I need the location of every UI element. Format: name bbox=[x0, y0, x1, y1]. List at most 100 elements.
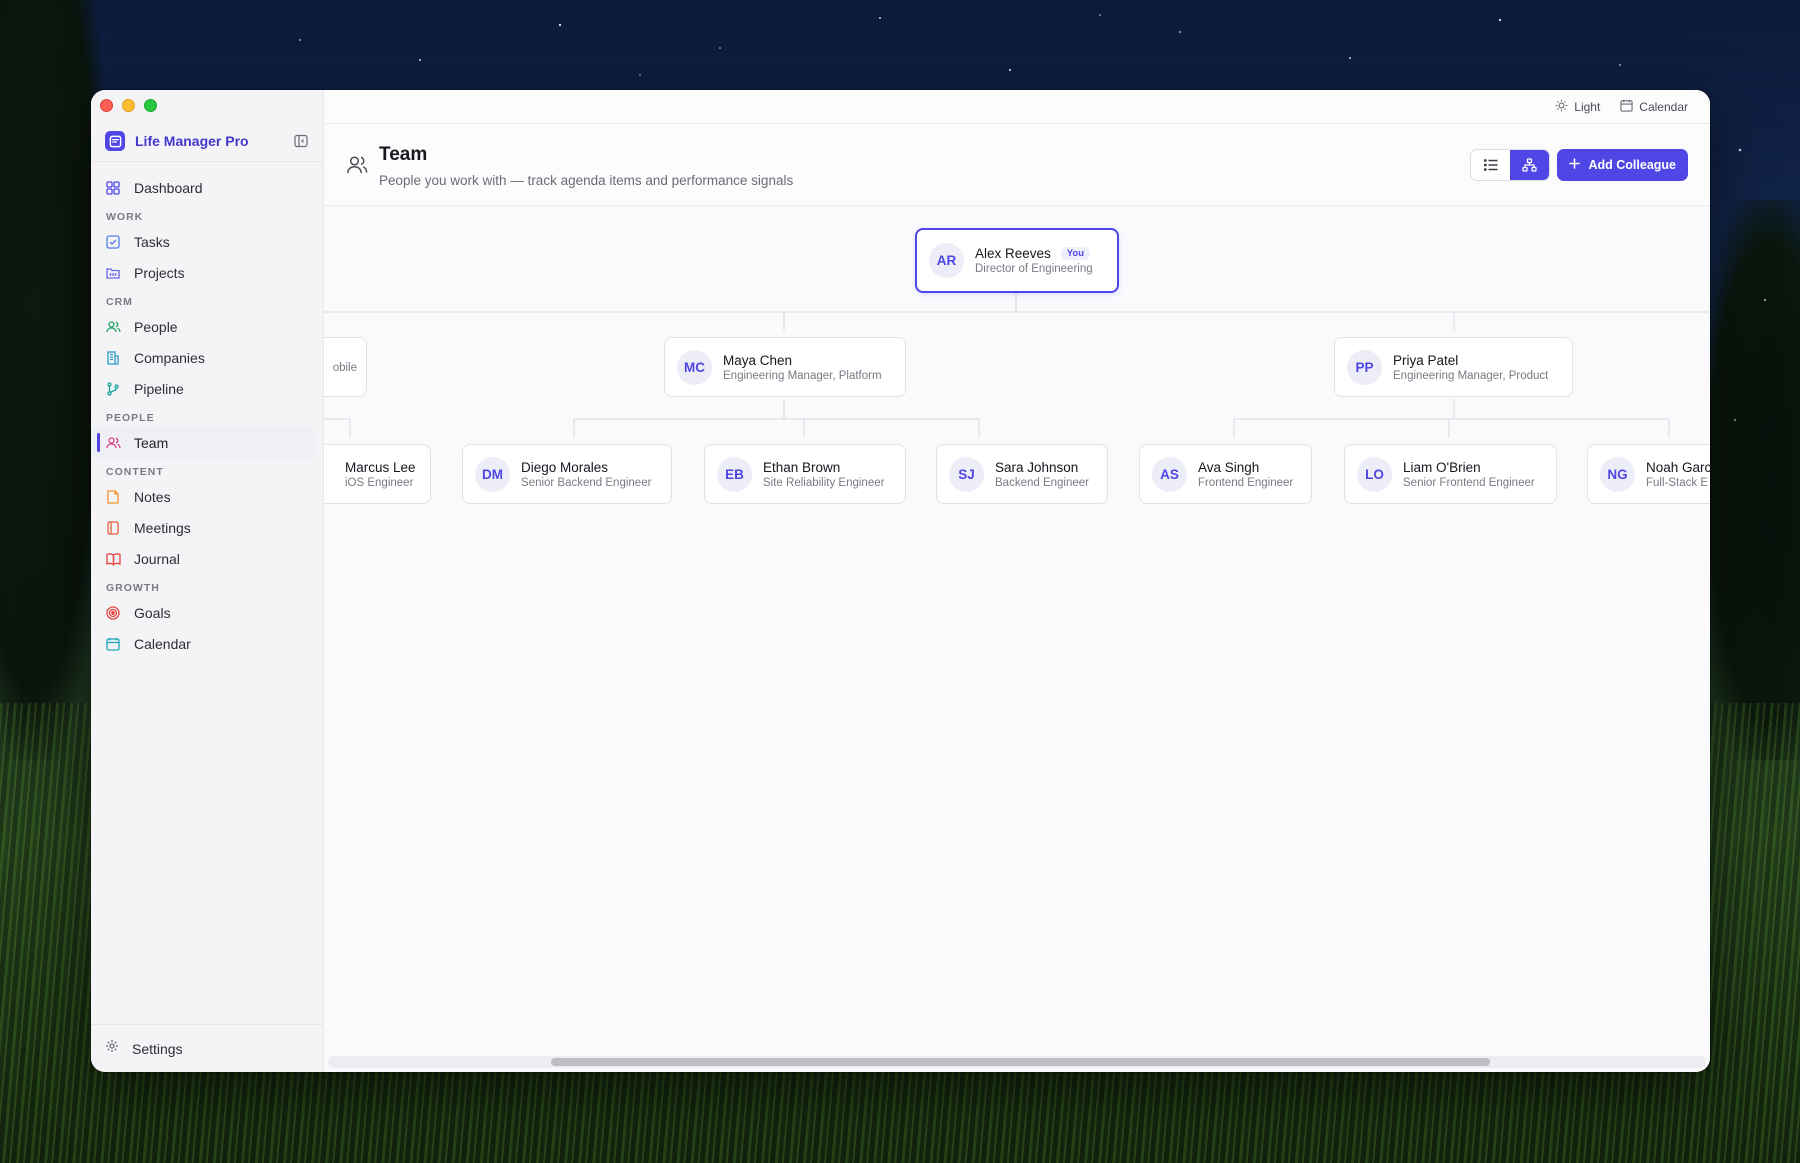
sidebar-item-journal[interactable]: Journal bbox=[91, 543, 323, 574]
sidebar-item-people[interactable]: People bbox=[91, 311, 323, 342]
colleague-role: Full-Stack E bbox=[1646, 476, 1708, 489]
section-heading-crm: CRM bbox=[106, 296, 133, 308]
sidebar-item-label: Projects bbox=[134, 264, 185, 281]
sidebar: Life Manager Pro Dashboard WORK Tasks Pr… bbox=[91, 90, 324, 1072]
sidebar-item-companies[interactable]: Companies bbox=[91, 342, 323, 373]
avatar: AS bbox=[1152, 456, 1187, 492]
avatar: DM bbox=[475, 456, 510, 492]
main-content: Light Calendar Team People you work with… bbox=[324, 90, 1710, 1072]
sidebar-item-label: Dashboard bbox=[134, 179, 203, 196]
sidebar-item-projects[interactable]: Projects bbox=[91, 257, 323, 288]
calendar-button-label: Calendar bbox=[1639, 99, 1688, 114]
users-icon bbox=[105, 319, 121, 335]
theme-toggle-label: Light bbox=[1574, 99, 1601, 114]
org-node-manager[interactable]: obile bbox=[324, 337, 367, 397]
add-colleague-button[interactable]: Add Colleague bbox=[1557, 149, 1688, 181]
colleague-role: Backend Engineer bbox=[995, 476, 1089, 489]
org-node-text: Ethan Brown Site Reliability Engineer bbox=[763, 460, 884, 489]
list-view-button[interactable] bbox=[1471, 150, 1510, 180]
colleague-role: Site Reliability Engineer bbox=[763, 476, 885, 489]
top-bar: Light Calendar bbox=[324, 90, 1710, 124]
add-colleague-label: Add Colleague bbox=[1588, 158, 1676, 172]
sidebar-collapse-icon[interactable] bbox=[293, 133, 309, 149]
org-node-text: Alex Reeves You Director of Engineering bbox=[975, 246, 1093, 275]
colleague-name: Maya Chen bbox=[723, 352, 793, 368]
book-open-icon bbox=[105, 551, 121, 567]
org-node-report[interactable]: DM Diego Morales Senior Backend Engineer bbox=[462, 444, 672, 504]
page-title: Team bbox=[379, 144, 428, 165]
app-name: Life Manager Pro bbox=[135, 133, 249, 149]
sidebar-item-calendar[interactable]: Calendar bbox=[91, 628, 323, 659]
sidebar-item-dashboard[interactable]: Dashboard bbox=[91, 172, 323, 203]
colleague-name: Noah Garc bbox=[1646, 459, 1710, 475]
avatar: MC bbox=[677, 349, 712, 385]
calendar-icon bbox=[1620, 99, 1633, 115]
grid-icon bbox=[105, 180, 121, 196]
sidebar-item-label: Notes bbox=[134, 488, 171, 505]
org-node-text: Sara Johnson Backend Engineer bbox=[995, 460, 1089, 489]
folder-icon bbox=[105, 265, 121, 281]
sidebar-item-label: Calendar bbox=[134, 635, 191, 652]
sidebar-item-notes[interactable]: Notes bbox=[91, 481, 323, 512]
you-badge: You bbox=[1060, 247, 1091, 260]
zoom-window-button[interactable] bbox=[144, 99, 157, 112]
sidebar-nav: Dashboard WORK Tasks Projects CRM People… bbox=[91, 172, 323, 659]
colleague-role: Engineering Manager, Platform bbox=[723, 369, 882, 382]
sidebar-item-team[interactable]: Team bbox=[91, 427, 315, 458]
horizontal-scrollbar[interactable] bbox=[328, 1056, 1706, 1068]
org-node-text: Priya Patel Engineering Manager, Product bbox=[1393, 353, 1548, 382]
wallpaper-trees bbox=[1700, 200, 1800, 760]
calendar-button[interactable]: Calendar bbox=[1620, 99, 1688, 115]
sidebar-item-label: Journal bbox=[134, 550, 180, 567]
app-logo-icon bbox=[105, 131, 125, 151]
avatar: NG bbox=[1600, 456, 1635, 492]
colleague-name: Alex Reeves You bbox=[975, 246, 1093, 261]
sidebar-item-meetings[interactable]: Meetings bbox=[91, 512, 323, 543]
sidebar-item-label: Settings bbox=[132, 1040, 183, 1057]
notebook-icon bbox=[105, 520, 121, 536]
org-node-manager[interactable]: MC Maya Chen Engineering Manager, Platfo… bbox=[664, 337, 906, 397]
gear-icon bbox=[105, 1039, 119, 1058]
org-chart-icon bbox=[1522, 158, 1537, 172]
org-node-text: Liam O'Brien Senior Frontend Engineer bbox=[1403, 460, 1535, 489]
org-node-report[interactable]: AS Ava Singh Frontend Engineer bbox=[1139, 444, 1312, 504]
colleague-role: Director of Engineering bbox=[975, 263, 1093, 275]
colleague-role: Engineering Manager, Product bbox=[1393, 369, 1549, 382]
calendar-icon bbox=[105, 636, 121, 652]
section-heading-content: CONTENT bbox=[106, 466, 164, 478]
sidebar-item-pipeline[interactable]: Pipeline bbox=[91, 373, 323, 404]
colleague-name: Marcus Lee bbox=[345, 459, 416, 475]
org-node-report[interactable]: SJ Sara Johnson Backend Engineer bbox=[936, 444, 1108, 504]
org-node-report[interactable]: EB Ethan Brown Site Reliability Engineer bbox=[704, 444, 906, 504]
org-chart: AR Alex Reeves You Director of Engineeri… bbox=[324, 206, 1710, 1072]
app-window: Life Manager Pro Dashboard WORK Tasks Pr… bbox=[91, 90, 1710, 1072]
org-chart-view-button[interactable] bbox=[1510, 150, 1549, 180]
sun-icon bbox=[1555, 99, 1568, 115]
org-node-manager[interactable]: PP Priya Patel Engineering Manager, Prod… bbox=[1334, 337, 1573, 397]
theme-toggle-button[interactable]: Light bbox=[1555, 99, 1600, 115]
checkbox-icon bbox=[105, 234, 121, 250]
close-window-button[interactable] bbox=[100, 99, 113, 112]
avatar: AR bbox=[929, 243, 964, 278]
sidebar-item-goals[interactable]: Goals bbox=[91, 597, 323, 628]
scrollbar-thumb[interactable] bbox=[551, 1058, 1490, 1066]
org-node-text: Noah Garc Full-Stack E bbox=[1646, 460, 1710, 489]
sidebar-item-tasks[interactable]: Tasks bbox=[91, 226, 323, 257]
avatar: EB bbox=[717, 456, 752, 492]
colleague-name: Priya Patel bbox=[1393, 352, 1459, 368]
org-node-report[interactable]: LO Liam O'Brien Senior Frontend Engineer bbox=[1344, 444, 1557, 504]
sidebar-item-settings[interactable]: Settings bbox=[91, 1024, 323, 1072]
list-icon bbox=[1483, 159, 1497, 171]
colleague-name: Ethan Brown bbox=[763, 459, 841, 475]
colleague-name: Ava Singh bbox=[1198, 459, 1260, 475]
divider bbox=[91, 161, 323, 162]
avatar: SJ bbox=[949, 456, 984, 492]
org-node-report[interactable]: NG Noah Garc Full-Stack E bbox=[1587, 444, 1710, 504]
minimize-window-button[interactable] bbox=[122, 99, 135, 112]
org-node-root[interactable]: AR Alex Reeves You Director of Engineeri… bbox=[915, 228, 1119, 293]
org-node-report[interactable]: Marcus Lee iOS Engineer bbox=[324, 444, 431, 504]
team-icon bbox=[346, 154, 368, 176]
app-brand: Life Manager Pro bbox=[105, 130, 309, 152]
sidebar-item-label: Meetings bbox=[134, 519, 191, 536]
plus-icon bbox=[1569, 158, 1581, 172]
